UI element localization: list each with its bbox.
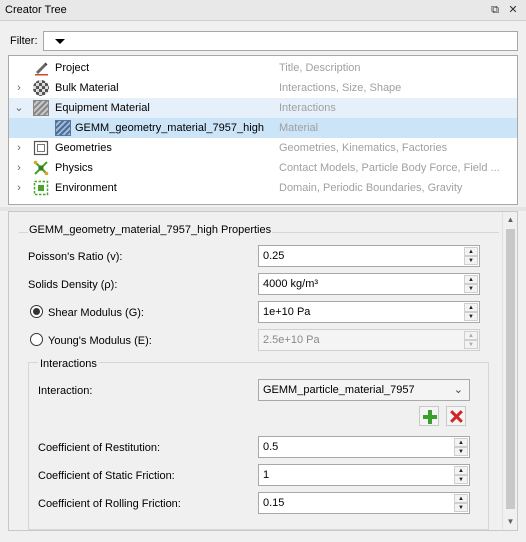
float-icon[interactable]: ⧉ (488, 3, 502, 17)
solids-density-value: 4000 kg/m³ (263, 278, 319, 290)
remove-interaction-button[interactable] (446, 406, 466, 426)
chevron-right-icon[interactable]: › (13, 80, 25, 96)
spin-down-icon[interactable]: ▼ (454, 503, 468, 512)
tree-item-description: Domain, Periodic Boundaries, Gravity (279, 182, 463, 194)
spin-down-icon[interactable]: ▼ (454, 475, 468, 484)
youngs-modulus-spinbox: 2.5e+10 Pa ▲ ▼ (258, 329, 480, 351)
properties-scrollbar[interactable]: ▲ ▼ (502, 212, 517, 530)
shear-label: Shear Modulus (G): (48, 307, 144, 319)
add-interaction-button[interactable] (419, 406, 439, 426)
interaction-label: Interaction: (38, 385, 93, 397)
tree-item-gemm-geometry-material[interactable]: GEMM_geometry_material_7957_high Materia… (9, 118, 517, 138)
properties-title: GEMM_geometry_material_7957_high Propert… (28, 224, 273, 236)
tree-item-label: Project (55, 62, 90, 74)
poisson-ratio-spinbox[interactable]: 0.25 ▲ ▼ (258, 245, 480, 267)
tree-item-description: Title, Description (279, 62, 361, 74)
spin-up-icon[interactable]: ▲ (464, 247, 478, 256)
interaction-combo[interactable]: GEMM_particle_material_7957 ⌄ (258, 379, 470, 401)
spin-up-icon[interactable]: ▲ (464, 275, 478, 284)
tree-item-description: Interactions (279, 102, 336, 114)
spin-down-icon[interactable]: ▼ (454, 447, 468, 456)
tree-item-geometries[interactable]: › Geometries Geometries, Kinematics, Fac… (9, 138, 517, 158)
geometry-icon (33, 140, 49, 156)
properties-panel: GEMM_geometry_material_7957_high Propert… (8, 211, 518, 531)
dropdown-arrow-icon[interactable] (55, 39, 65, 44)
scrollbar-thumb[interactable] (506, 229, 515, 509)
tree-item-label: Geometries (55, 142, 112, 154)
solids-density-spinbox[interactable]: 4000 kg/m³ ▲ ▼ (258, 273, 480, 295)
spin-down-icon[interactable]: ▼ (464, 256, 478, 265)
spin-down-icon: ▼ (464, 340, 478, 349)
filter-combo[interactable] (43, 31, 518, 51)
youngs-modulus-radio[interactable] (30, 333, 43, 346)
tree-item-project[interactable]: Project Title, Description (9, 58, 517, 78)
spin-up-icon[interactable]: ▲ (454, 466, 468, 475)
spin-up-icon[interactable]: ▲ (454, 438, 468, 447)
tree-item-description: Interactions, Size, Shape (279, 82, 402, 94)
shear-modulus-radio[interactable] (30, 305, 43, 318)
environment-icon (33, 180, 49, 196)
rolling-friction-value: 0.15 (263, 497, 285, 509)
physics-icon (33, 160, 49, 176)
scroll-up-icon[interactable]: ▲ (503, 213, 518, 227)
rolling-friction-spinbox[interactable]: 0.15 ▲ ▼ (258, 492, 470, 514)
spin-up-icon[interactable]: ▲ (454, 494, 468, 503)
shear-modulus-spinbox[interactable]: 1e+10 Pa ▲ ▼ (258, 301, 480, 323)
restitution-value: 0.5 (263, 441, 279, 453)
spin-down-icon[interactable]: ▼ (464, 284, 478, 293)
restitution-spinbox[interactable]: 0.5 ▲ ▼ (258, 436, 470, 458)
rolling-friction-label: Coefficient of Rolling Friction: (38, 498, 181, 510)
close-icon[interactable]: ✕ (506, 3, 520, 17)
tree-item-label: Bulk Material (55, 82, 119, 94)
chevron-right-icon[interactable]: › (13, 140, 25, 156)
poisson-ratio-value: 0.25 (263, 250, 285, 262)
tree-item-description: Contact Models, Particle Body Force, Fie… (279, 162, 500, 174)
youngs-modulus-value: 2.5e+10 Pa (263, 334, 320, 346)
interaction-value: GEMM_particle_material_7957 (263, 384, 415, 396)
static-friction-label: Coefficient of Static Friction: (38, 470, 175, 482)
interactions-group-title: Interactions (38, 358, 99, 370)
pencil-icon (33, 60, 49, 76)
spin-up-icon: ▲ (464, 331, 478, 340)
chevron-down-icon[interactable]: ⌄ (13, 100, 25, 116)
shear-modulus-value: 1e+10 Pa (263, 306, 311, 318)
scroll-down-icon[interactable]: ▼ (503, 515, 518, 529)
tree-item-equipment-material[interactable]: ⌄ Equipment Material Interactions (9, 98, 517, 118)
static-friction-value: 1 (263, 469, 270, 481)
panel-title: Creator Tree (5, 4, 67, 16)
tree-item-description: Material (279, 122, 319, 134)
tree-item-environment[interactable]: › Environment Domain, Periodic Boundarie… (9, 178, 517, 198)
restitution-label: Coefficient of Restitution: (38, 442, 161, 454)
chevron-down-icon[interactable]: ⌄ (454, 383, 463, 396)
equipment-material-icon (55, 120, 71, 136)
static-friction-spinbox[interactable]: 1 ▲ ▼ (258, 464, 470, 486)
spin-up-icon[interactable]: ▲ (464, 303, 478, 312)
tree-item-label: Equipment Material (55, 102, 150, 114)
chevron-right-icon[interactable]: › (13, 160, 25, 176)
density-label: Solids Density (ρ): (28, 279, 118, 291)
tree-item-label: GEMM_geometry_material_7957_high (75, 122, 264, 134)
tree-item-physics[interactable]: › Physics Contact Models, Particle Body … (9, 158, 517, 178)
young-label: Young's Modulus (E): (48, 335, 152, 347)
filter-label: Filter: (10, 35, 38, 47)
poisson-label: Poisson's Ratio (v): (28, 251, 123, 263)
creator-tree[interactable]: Project Title, Description › Bulk Materi… (8, 55, 518, 205)
spin-down-icon[interactable]: ▼ (464, 312, 478, 321)
equipment-material-icon (33, 100, 49, 116)
tree-item-label: Physics (55, 162, 93, 174)
tree-item-bulk-material[interactable]: › Bulk Material Interactions, Size, Shap… (9, 78, 517, 98)
chevron-right-icon[interactable]: › (13, 180, 25, 196)
tree-item-label: Environment (55, 182, 117, 194)
bulk-material-icon (33, 80, 49, 96)
panel-titlebar: Creator Tree ⧉ ✕ (0, 0, 526, 21)
tree-item-description: Geometries, Kinematics, Factories (279, 142, 448, 154)
